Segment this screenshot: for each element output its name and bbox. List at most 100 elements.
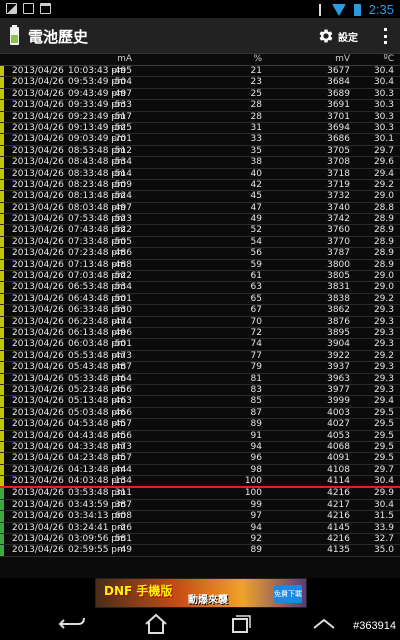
row-temperature: 28.9: [373, 236, 394, 247]
row-date: 2013/04/26: [12, 179, 64, 190]
row-percent: 74: [250, 339, 262, 350]
table-header: mA % mV ºC: [0, 54, 400, 66]
row-date: 2013/04/26: [12, 453, 64, 464]
table-row: 2013/04/26 06:03:48 pm -501 74 3904 29.3: [0, 339, 400, 351]
notification-icons: [6, 3, 51, 14]
row-date: 2013/04/26: [12, 430, 64, 441]
row-date: 2013/04/26: [12, 111, 64, 122]
row-current: 581: [114, 534, 132, 545]
row-voltage: 3904: [327, 339, 350, 350]
row-current: -534: [111, 157, 132, 168]
row-date: 2013/04/26: [12, 191, 64, 202]
recent-apps-icon[interactable]: [222, 612, 258, 636]
row-voltage: 4003: [327, 407, 350, 418]
ad-download-button[interactable]: 免費下載: [274, 585, 302, 603]
back-icon[interactable]: [54, 612, 90, 636]
row-percent: 83: [250, 384, 262, 395]
row-voltage: 3708: [327, 157, 350, 168]
column-header-mv: mV: [335, 54, 350, 64]
row-date: 2013/04/26: [12, 464, 64, 475]
table-row: 2013/04/26 03:24:41 pm -26 94 4145 33.9: [0, 522, 400, 535]
table-row: 2013/04/26 09:33:49 pm -533 28 3691 30.3: [0, 100, 400, 112]
image-notification-icon: [6, 3, 17, 14]
row-voltage: 3770: [327, 236, 350, 247]
row-percent: 81: [250, 373, 262, 384]
discharging-indicator: [0, 145, 4, 157]
row-temperature: 29.3: [373, 316, 394, 327]
row-date: 2013/04/26: [12, 157, 64, 168]
settings-button[interactable]: 設定: [317, 24, 358, 48]
row-current: -463: [111, 396, 132, 407]
row-current: -522: [111, 271, 132, 282]
row-temperature: 29.3: [373, 327, 394, 338]
home-icon[interactable]: [138, 612, 174, 636]
row-percent: 94: [250, 522, 262, 533]
row-temperature: 29.5: [373, 419, 394, 430]
table-row: 2013/04/26 08:13:48 pm -524 45 3732 29.0: [0, 191, 400, 203]
row-date: 2013/04/26: [12, 248, 64, 259]
row-percent: 45: [250, 191, 262, 202]
row-voltage: 4216: [327, 534, 350, 545]
row-percent: 42: [250, 179, 262, 190]
row-voltage: 3740: [327, 202, 350, 213]
table-row: 2013/04/26 08:43:48 pm -534 38 3708 29.6: [0, 157, 400, 169]
app-title: 電池歷史: [28, 28, 89, 46]
discharging-indicator: [0, 168, 4, 179]
row-temperature: 29.0: [373, 282, 394, 293]
table-row: 2013/04/26 09:03:49 pm -701 33 3686 30.1: [0, 134, 400, 146]
menu-icon[interactable]: [306, 612, 342, 636]
discharging-indicator: [0, 373, 4, 384]
row-voltage: 3800: [327, 259, 350, 270]
row-voltage: 4027: [327, 419, 350, 430]
gear-icon: [319, 29, 333, 43]
battery-history-table[interactable]: mA % mV ºC 2013/04/26 10:03:43 pm -495 21 36…: [0, 54, 400, 578]
row-current: -504: [111, 77, 132, 88]
row-current: -496: [111, 327, 132, 338]
row-temperature: 32.7: [373, 534, 394, 545]
row-percent: 21: [250, 66, 262, 76]
discharging-indicator: [0, 202, 4, 214]
discharging-indicator: [0, 350, 4, 362]
overflow-menu-button[interactable]: [380, 26, 390, 46]
row-date: 2013/04/26: [12, 100, 64, 111]
discharging-indicator: [0, 453, 4, 464]
row-temperature: 28.9: [373, 248, 394, 259]
row-percent: 31: [250, 122, 262, 133]
row-date: 2013/04/26: [12, 236, 64, 247]
row-current: -473: [111, 350, 132, 361]
row-date: 2013/04/26: [12, 441, 64, 452]
discharging-indicator: [0, 396, 4, 407]
discharging-indicator: [0, 66, 4, 77]
row-percent: 91: [250, 430, 262, 441]
discharging-indicator: [0, 134, 4, 145]
row-date: 2013/04/26: [12, 373, 64, 384]
row-temperature: 35.0: [373, 545, 394, 556]
ad-banner[interactable]: DNF 手機版 動爆來襲 免費下載: [95, 578, 307, 608]
discharging-indicator: [0, 225, 4, 236]
table-row: 2013/04/26 07:53:48 pm -523 49 3742 28.9: [0, 214, 400, 226]
row-temperature: 29.5: [373, 407, 394, 418]
download-notification-icon: [40, 3, 51, 14]
navigation-bar: #363914: [0, 608, 400, 640]
row-temperature: 29.3: [373, 305, 394, 316]
row-percent: 94: [250, 441, 262, 452]
row-current: -26: [117, 522, 132, 533]
table-row: 2013/04/26 09:23:49 pm -517 28 3701 30.3: [0, 111, 400, 123]
row-percent: 99: [250, 499, 262, 510]
row-temperature: 29.6: [373, 157, 394, 168]
row-current: -517: [111, 111, 132, 122]
table-row: 2013/04/26 05:33:48 pm -464 81 3963 29.3: [0, 373, 400, 385]
row-temperature: 30.4: [373, 77, 394, 88]
row-temperature: 30.3: [373, 88, 394, 99]
row-voltage: 4053: [327, 430, 350, 441]
discharging-indicator: [0, 316, 4, 327]
row-temperature: 28.9: [373, 259, 394, 270]
table-row: 2013/04/26 06:53:48 pm -534 63 3831 29.0: [0, 282, 400, 294]
row-current: -533: [111, 100, 132, 111]
row-temperature: 29.3: [373, 339, 394, 350]
row-current: -497: [111, 88, 132, 99]
discharging-indicator: [0, 100, 4, 111]
table-row: 2013/04/26 07:23:48 pm -486 56 3787 28.9: [0, 248, 400, 260]
row-percent: 98: [250, 464, 262, 475]
table-row: 2013/04/26 05:13:48 pm -463 85 3999 29.4: [0, 396, 400, 408]
